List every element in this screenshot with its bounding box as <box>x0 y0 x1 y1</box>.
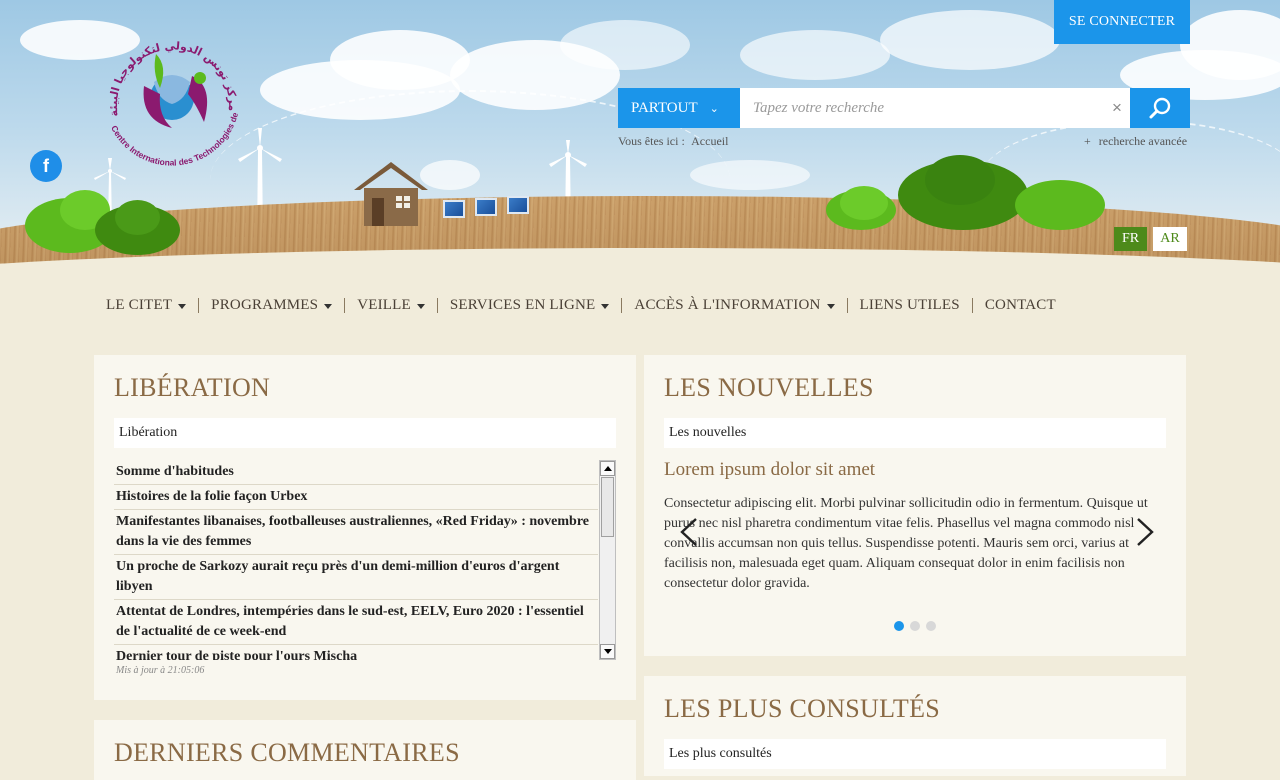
comments-title: DERNIERS COMMENTAIRES <box>114 738 460 767</box>
nav-label: LE CITET <box>106 296 173 313</box>
advanced-search-label: recherche avancée <box>1098 134 1188 148</box>
nav-item-contact[interactable]: CONTACT <box>973 297 1068 314</box>
nav-item-liens-utiles[interactable]: LIENS UTILES <box>848 297 972 314</box>
breadcrumb-prefix: Vous êtes ici : <box>618 134 685 148</box>
bush <box>840 186 888 220</box>
nav-label: CONTACT <box>984 296 1056 313</box>
liberation-feed-list[interactable]: Somme d'habitudes Histoires de la folie … <box>114 460 598 660</box>
nav-item-acces-information[interactable]: ACCÈS À L'INFORMATION <box>622 297 846 314</box>
solar-panel-icon <box>443 200 465 218</box>
news-subtitle: Les nouvelles <box>664 418 1166 448</box>
caret-down-icon <box>826 303 835 309</box>
nav-label: SERVICES EN LIGNE <box>449 296 596 313</box>
slider-dots <box>894 621 936 631</box>
list-item[interactable]: Histoires de la folie façon Urbex <box>114 485 598 510</box>
feed-updated-time: Mis à jour à 21:05:06 <box>116 665 205 676</box>
bush <box>925 155 995 205</box>
cloud <box>880 10 1060 70</box>
facebook-icon[interactable]: f <box>30 150 62 182</box>
list-item[interactable]: Un proche de Sarkozy aurait reçu près d'… <box>114 555 598 600</box>
slider-dot[interactable] <box>910 621 920 631</box>
most-viewed-title: LES PLUS CONSULTÉS <box>664 694 941 723</box>
caret-down-icon <box>416 303 425 309</box>
nav-item-services-en-ligne[interactable]: SERVICES EN LIGNE <box>438 297 622 314</box>
liberation-subtitle: Libération <box>114 418 616 448</box>
slide-title[interactable]: Lorem ipsum dolor sit amet <box>664 459 875 481</box>
cloud <box>740 30 890 80</box>
nav-item-programmes[interactable]: PROGRAMMES <box>199 297 344 314</box>
main-nav: LE CITET PROGRAMMES VEILLE SERVICES EN L… <box>94 295 1068 315</box>
search-button[interactable] <box>1130 88 1190 128</box>
arrow-left-icon[interactable] <box>676 516 704 548</box>
most-viewed-card: LES PLUS CONSULTÉS Les plus consultés <box>644 676 1186 776</box>
lang-ar-button[interactable]: AR <box>1153 227 1187 251</box>
list-item[interactable]: Somme d'habitudes <box>114 460 598 485</box>
bush <box>1015 180 1105 230</box>
scroll-down-button[interactable] <box>600 644 615 659</box>
list-item[interactable]: Dernier tour de piste pour l'ours Mischa <box>114 645 598 660</box>
search-scope-dropdown[interactable]: PARTOUT ⌄ <box>618 88 740 128</box>
breadcrumb: Vous êtes ici : Accueil <box>618 134 732 149</box>
slider-dot[interactable] <box>894 621 904 631</box>
search-bar: PARTOUT ⌄ <box>618 88 1190 128</box>
nav-label: PROGRAMMES <box>211 296 319 313</box>
solar-panel-icon <box>475 198 497 216</box>
chevron-down-icon: ⌄ <box>709 102 719 115</box>
slide-body: Consectetur adipiscing elit. Morbi pulvi… <box>664 496 1148 591</box>
lang-fr-button[interactable]: FR <box>1114 227 1147 251</box>
login-button[interactable]: SE CONNECTER <box>1054 0 1190 44</box>
search-icon <box>1149 97 1171 119</box>
scroll-thumb[interactable] <box>601 477 614 537</box>
search-input[interactable] <box>740 88 1130 128</box>
cloud <box>330 30 470 90</box>
comments-card: DERNIERS COMMENTAIRES <box>94 720 636 780</box>
liberation-title: LIBÉRATION <box>114 373 271 402</box>
search-scope-label: PARTOUT <box>631 99 698 116</box>
news-title: LES NOUVELLES <box>664 373 874 402</box>
house-icon <box>354 162 428 226</box>
feed-scrollbar[interactable] <box>599 460 616 660</box>
nav-label: LIENS UTILES <box>859 296 960 313</box>
nav-label: VEILLE <box>357 296 411 313</box>
most-viewed-subtitle: Les plus consultés <box>664 739 1166 769</box>
cloud <box>560 20 690 70</box>
caret-down-icon <box>324 303 333 309</box>
breadcrumb-home[interactable]: Accueil <box>691 134 728 148</box>
close-icon[interactable]: × <box>1108 96 1126 120</box>
nav-item-le-citet[interactable]: LE CITET <box>94 297 198 314</box>
nav-item-veille[interactable]: VEILLE <box>345 297 437 314</box>
advanced-search-link[interactable]: + recherche avancée <box>1084 134 1187 149</box>
slider-dot[interactable] <box>926 621 936 631</box>
solar-panel-icon <box>507 196 529 214</box>
citet-logo[interactable]: مركز تونس الدولي لتكنولوجيا البيئة Centr… <box>96 24 246 172</box>
bush <box>115 200 160 235</box>
scroll-up-button[interactable] <box>600 461 615 476</box>
list-item[interactable]: Manifestantes libanaises, footballeuses … <box>114 510 598 555</box>
list-item[interactable]: Attentat de Londres, intempéries dans le… <box>114 600 598 645</box>
plus-icon: + <box>1084 134 1091 148</box>
caret-down-icon <box>601 303 610 309</box>
nav-label: ACCÈS À L'INFORMATION <box>634 296 821 313</box>
caret-down-icon <box>178 303 187 309</box>
arrow-right-icon[interactable] <box>1130 516 1158 548</box>
